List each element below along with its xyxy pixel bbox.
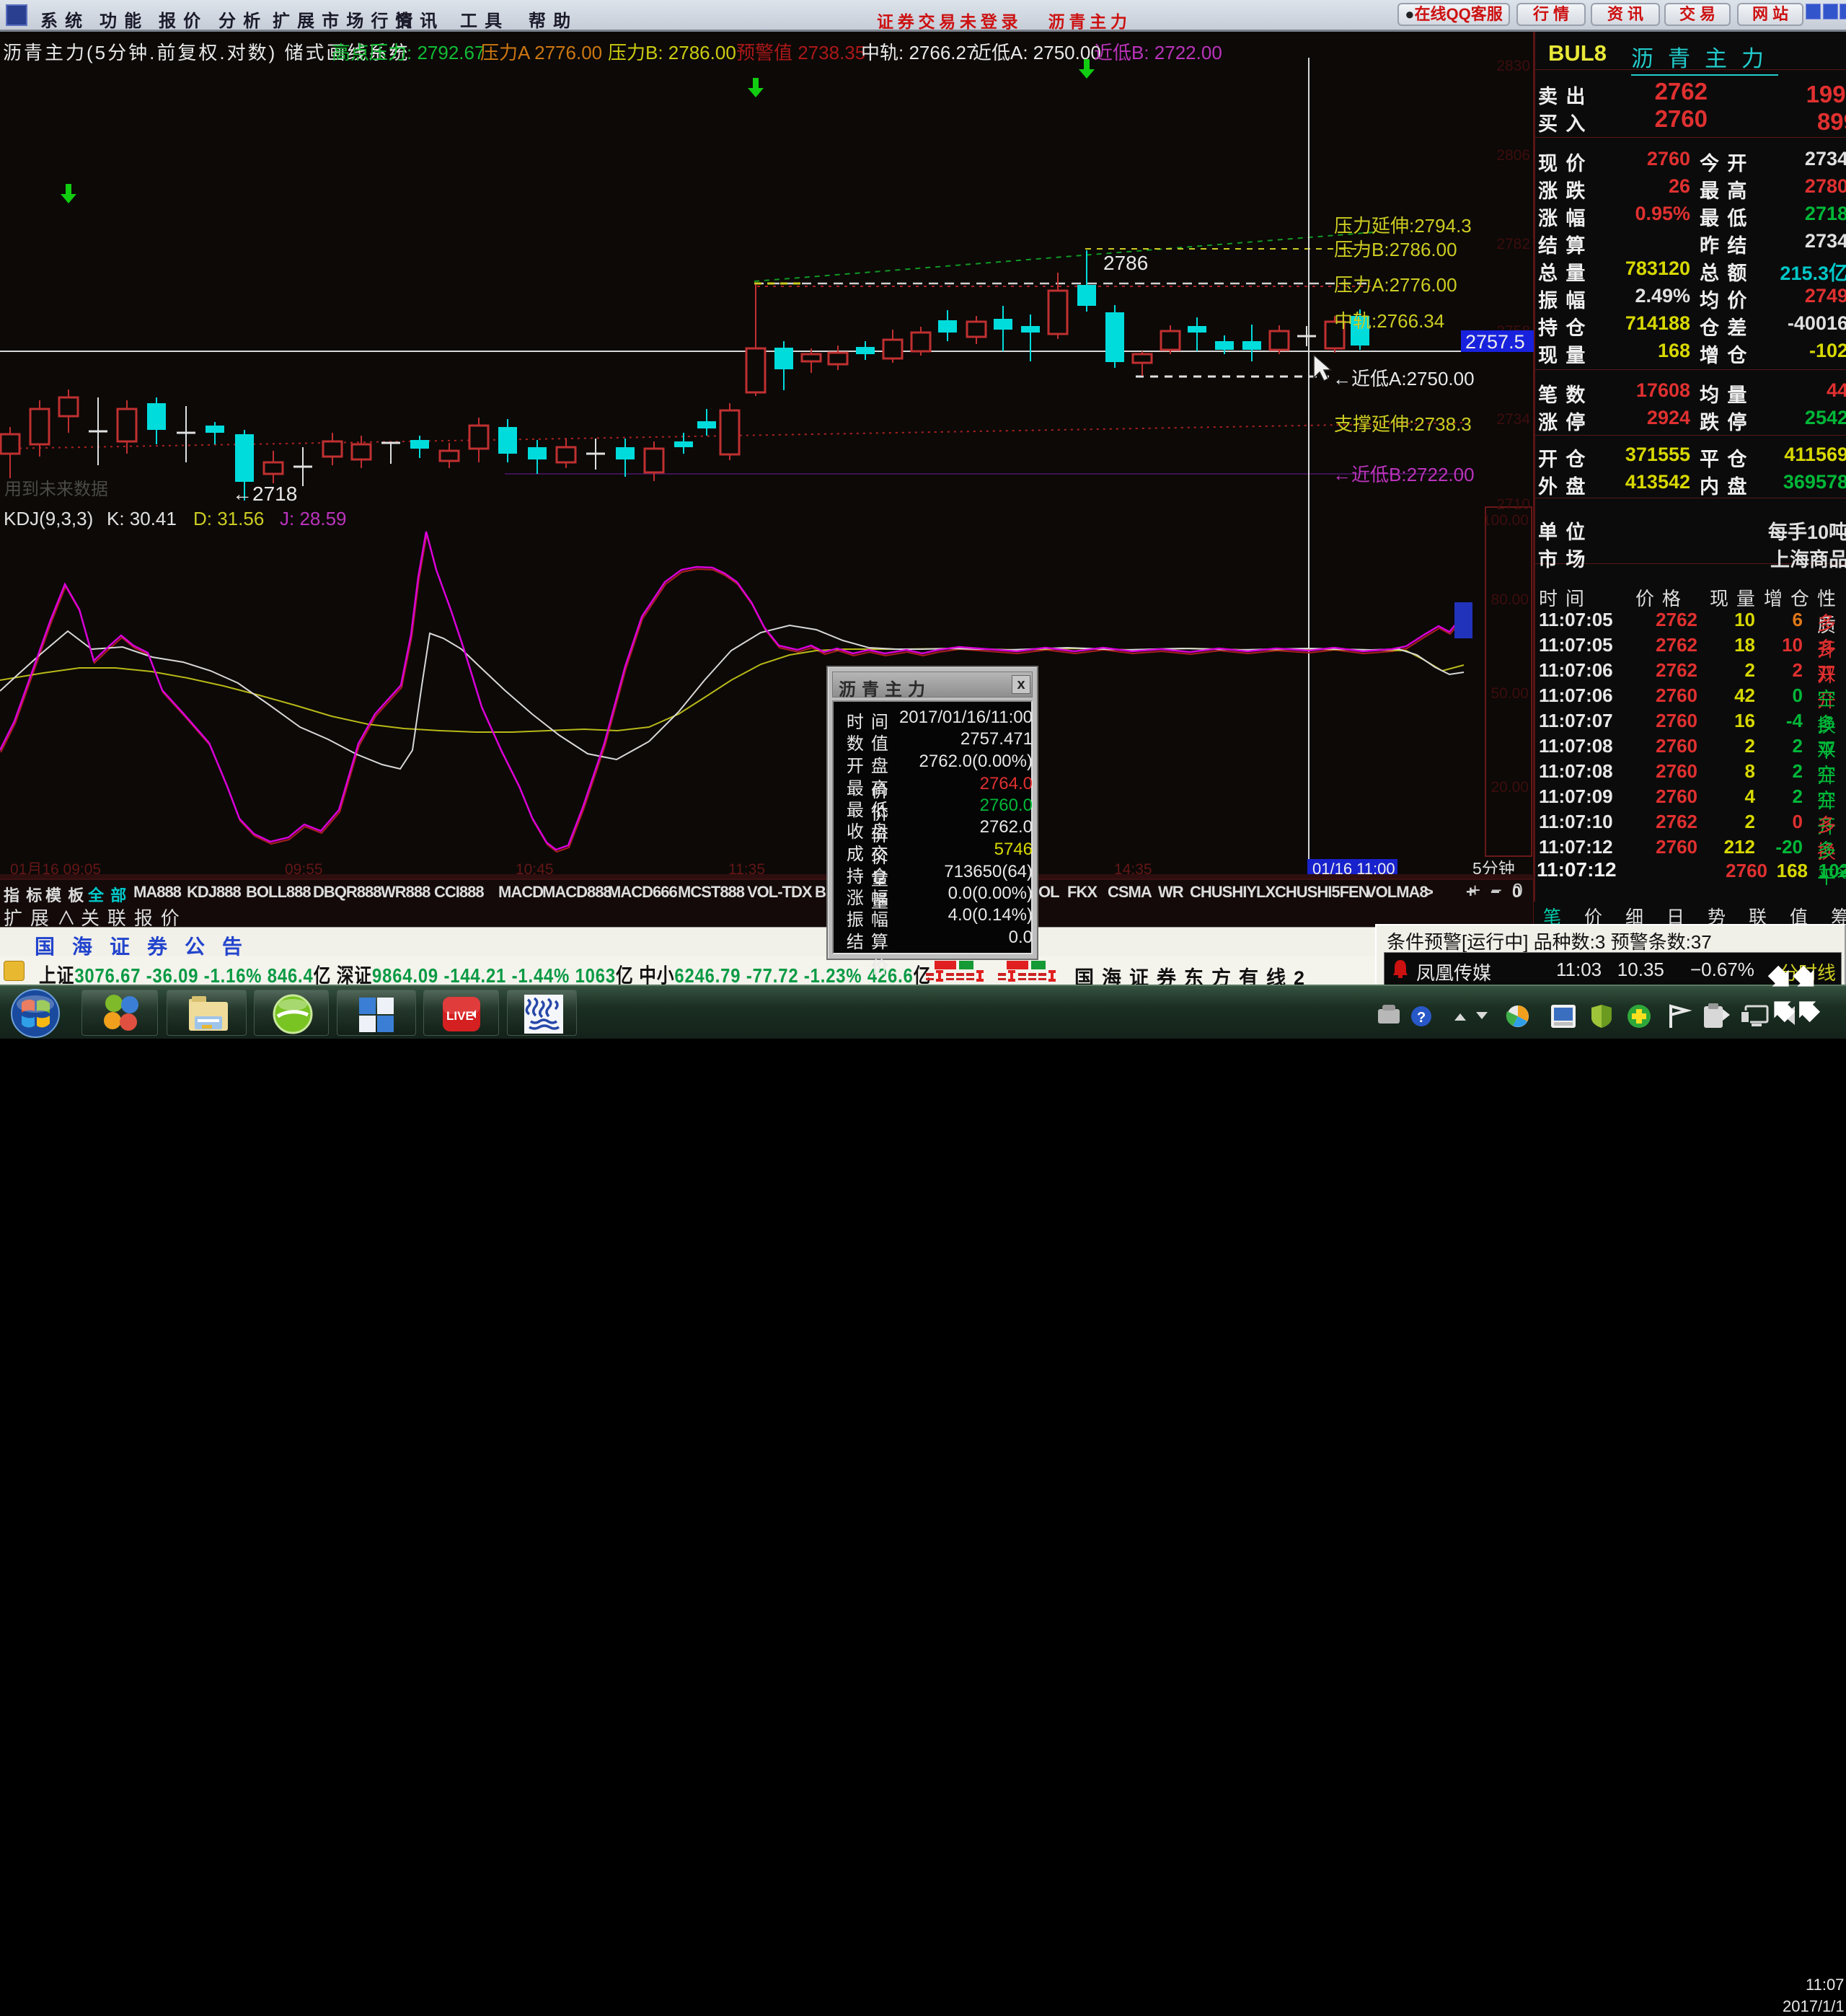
svg-text:2782: 2782 [1496, 236, 1530, 252]
svg-text:用到未来数据: 用到未来数据 [4, 480, 108, 499]
svg-text:LIVE: LIVE [446, 1009, 474, 1023]
svg-text:20.00: 20.00 [1491, 779, 1529, 796]
svg-text:中轨:2766.34: 中轨:2766.34 [1334, 310, 1444, 332]
svg-text:2830: 2830 [1496, 58, 1530, 74]
svg-text:KDJ(9,3,3): KDJ(9,3,3) [4, 508, 93, 529]
svg-text:←近低B:2722.00: ←近低B:2722.00 [1333, 464, 1475, 485]
svg-text:2710: 2710 [1496, 496, 1530, 513]
svg-text:100.00: 100.00 [1483, 512, 1529, 529]
svg-text:D: 31.56: D: 31.56 [193, 508, 264, 529]
svg-text:2734: 2734 [1496, 411, 1530, 428]
svg-text:50.00: 50.00 [1491, 685, 1529, 702]
svg-text:2806: 2806 [1496, 147, 1530, 164]
svg-text:压力B:2786.00: 压力B:2786.00 [1334, 239, 1457, 260]
svg-text:2757.5: 2757.5 [1465, 331, 1525, 353]
svg-text:压力延伸:2794.3: 压力延伸:2794.3 [1334, 215, 1472, 237]
svg-text:?: ? [1417, 1010, 1426, 1026]
svg-text:←近低A:2750.00: ←近低A:2750.00 [1333, 368, 1475, 389]
svg-text:80.00: 80.00 [1491, 591, 1529, 608]
svg-text:支撑延伸:2738.3: 支撑延伸:2738.3 [1334, 413, 1472, 435]
svg-text:←2718: ←2718 [232, 483, 297, 505]
svg-text:K: 30.41: K: 30.41 [107, 508, 177, 529]
svg-text:2786: 2786 [1103, 252, 1148, 274]
svg-text:J: 28.59: J: 28.59 [280, 508, 347, 529]
svg-text:压力A:2776.00: 压力A:2776.00 [1334, 274, 1457, 296]
